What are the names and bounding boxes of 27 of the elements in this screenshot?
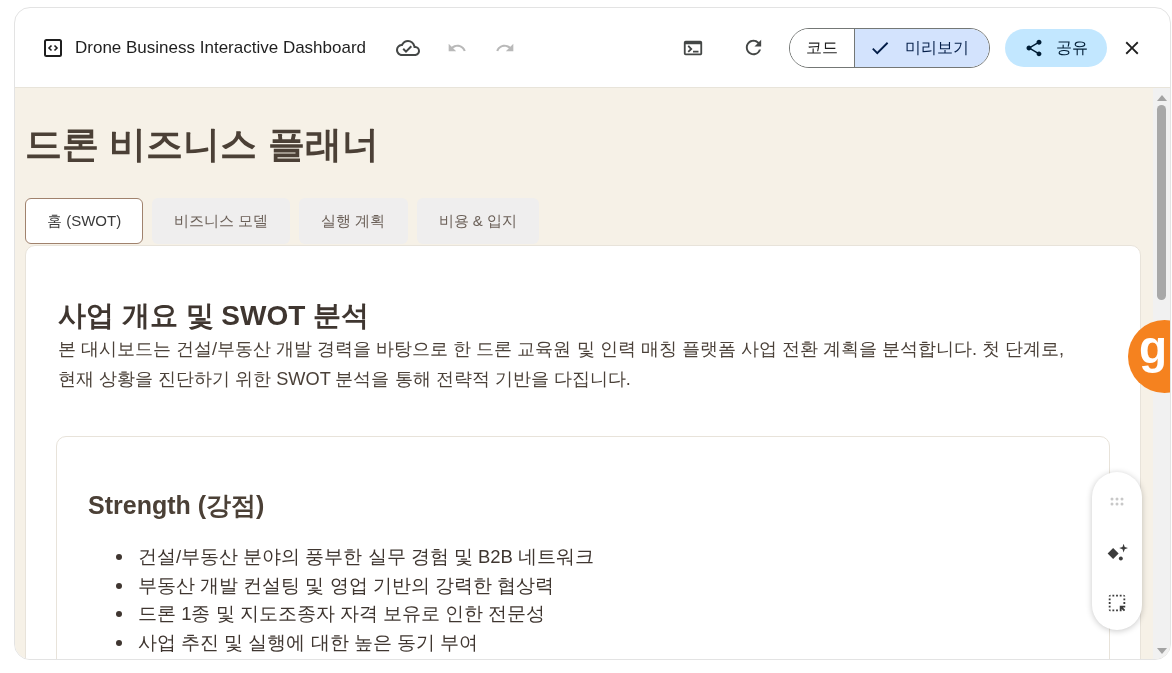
drag-handle-icon[interactable] (1110, 497, 1124, 506)
scroll-up-arrow-icon[interactable] (1156, 95, 1167, 101)
code-icon (44, 38, 62, 57)
select-area-icon[interactable] (1106, 592, 1128, 614)
share-button[interactable]: 공유 (1005, 28, 1107, 67)
tab[interactable]: 홈 (SWOT) (25, 198, 144, 244)
bullet-icon (116, 554, 122, 561)
list-item-text: 부동산 개발 컨설팅 및 영업 기반의 강력한 협상력 (138, 573, 554, 598)
bullet-icon (116, 639, 122, 646)
list-item-text: 사업 추진 및 실행에 대한 높은 동기 부여 (138, 630, 478, 655)
list-item-text: 건설/부동산 분야의 풍부한 실무 경험 및 B2B 네트워크 (138, 545, 595, 570)
intro-paragraph: 본 대시보드는 건설/부동산 개발 경력을 바탕으로 한 드론 교육원 및 인력 매칭 플랫폼 사업 전환 계획을 분석합니다. 첫 단계로, 현재 상황을 진단하기 위한 SWOT 분석을 통해 전략적 기반을 다집니다. (57, 338, 1066, 391)
page-title: 드론 비즈니스 플래너 (25, 123, 380, 167)
bullet-icon (116, 582, 122, 589)
scroll-thumb[interactable] (1157, 105, 1166, 300)
card-heading: Strength (강점) (88, 490, 266, 521)
scroll-down-arrow-icon[interactable] (1156, 648, 1167, 654)
tab[interactable]: 비용 & 입지 (416, 198, 539, 244)
window-title: Drone Business Interactive Dashboard (75, 36, 367, 59)
tab[interactable]: 실행 계획 (299, 198, 408, 244)
view-mode-tab[interactable]: 미리보기 (854, 28, 989, 67)
bullet-icon (116, 611, 122, 618)
sparkle-icon[interactable] (1106, 543, 1128, 562)
tab[interactable]: 비즈니스 모델 (152, 198, 291, 244)
list-item-text: 드론 1종 및 지도조종자 자격 보유로 인한 전문성 (138, 602, 546, 627)
share-icon (1024, 37, 1044, 58)
section-heading: 사업 개요 및 SWOT 분석 (57, 299, 371, 333)
